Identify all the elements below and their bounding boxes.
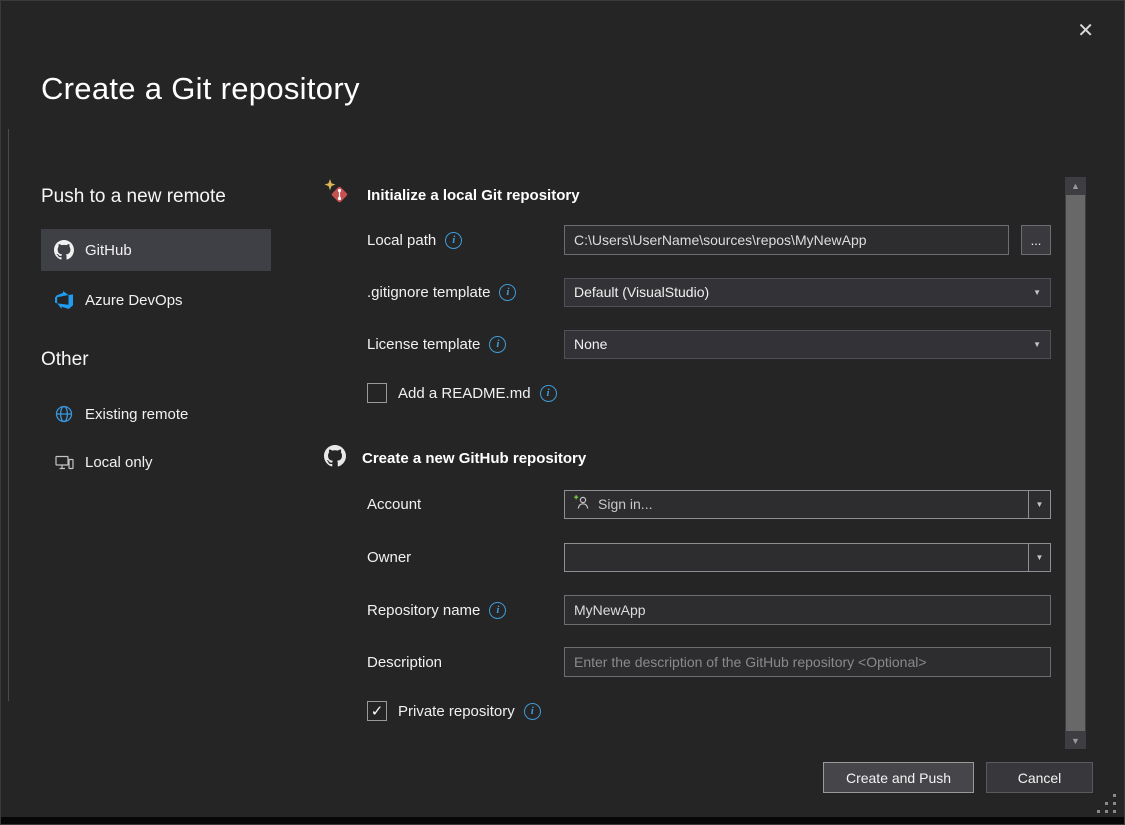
computer-icon <box>54 454 74 471</box>
chevron-down-icon: ▼ <box>1033 288 1041 297</box>
resize-grip[interactable] <box>1095 792 1119 816</box>
readme-checkbox[interactable] <box>367 383 387 403</box>
owner-row: Owner ▼ <box>367 542 1051 572</box>
scroll-up-icon[interactable]: ▲ <box>1065 177 1086 194</box>
account-row: Account Sign in... ▼ <box>367 489 1051 519</box>
owner-combo[interactable]: ▼ <box>564 543 1051 572</box>
github-section-heading-row: Create a new GitHub repository <box>324 445 586 471</box>
owner-label: Owner <box>367 549 411 566</box>
private-repository-checkbox[interactable]: ✓ <box>367 701 387 721</box>
sidebar-item-github[interactable]: GitHub <box>41 229 271 271</box>
scroll-down-icon[interactable]: ▼ <box>1065 732 1086 749</box>
sidebar-item-label: Existing remote <box>85 406 188 423</box>
readme-row: Add a README.md i <box>367 378 1051 408</box>
repository-name-label: Repository name <box>367 602 480 619</box>
gitignore-template-label: .gitignore template <box>367 284 490 301</box>
description-input[interactable] <box>564 647 1051 677</box>
init-section-heading: Initialize a local Git repository <box>367 187 580 204</box>
sidebar-item-label: Azure DevOps <box>85 292 183 309</box>
other-heading: Other <box>41 349 89 371</box>
readme-label: Add a README.md <box>398 385 531 402</box>
owner-dropdown-button[interactable]: ▼ <box>1028 544 1050 571</box>
repository-name-input[interactable] <box>564 595 1051 625</box>
background-window-edge <box>8 129 9 701</box>
sidebar-item-azure-devops[interactable]: Azure DevOps <box>41 279 271 321</box>
local-path-label: Local path <box>367 232 436 249</box>
create-and-push-button[interactable]: Create and Push <box>823 762 974 793</box>
gitignore-template-value: Default (VisualStudio) <box>574 284 709 300</box>
sidebar-item-label: GitHub <box>85 242 132 259</box>
repository-name-row: Repository name i <box>367 595 1051 625</box>
github-icon <box>54 240 74 260</box>
info-icon[interactable]: i <box>540 385 557 402</box>
license-template-label: License template <box>367 336 480 353</box>
globe-icon <box>54 405 74 423</box>
browse-button[interactable]: ... <box>1021 225 1051 255</box>
git-init-icon <box>324 179 351 211</box>
cancel-button[interactable]: Cancel <box>986 762 1093 793</box>
chevron-down-icon: ▼ <box>1033 340 1041 349</box>
license-template-dropdown[interactable]: None ▼ <box>564 330 1051 359</box>
info-icon[interactable]: i <box>489 336 506 353</box>
description-label: Description <box>367 654 442 671</box>
chevron-down-icon: ▼ <box>1036 553 1044 562</box>
account-dropdown-button[interactable]: ▼ <box>1028 491 1050 518</box>
close-icon[interactable]: ✕ <box>1073 17 1098 45</box>
info-icon[interactable]: i <box>499 284 516 301</box>
info-icon[interactable]: i <box>445 232 462 249</box>
info-icon[interactable]: i <box>489 602 506 619</box>
create-git-repository-dialog: ✕ Create a Git repository Push to a new … <box>0 0 1125 825</box>
license-row: License template i None ▼ <box>367 329 1051 359</box>
info-icon[interactable]: i <box>524 703 541 720</box>
private-repository-label: Private repository <box>398 703 515 720</box>
github-icon <box>324 445 346 472</box>
window-bottom-edge <box>1 817 1124 824</box>
github-section-heading: Create a new GitHub repository <box>362 450 586 467</box>
azure-devops-icon <box>54 291 74 309</box>
gitignore-template-dropdown[interactable]: Default (VisualStudio) ▼ <box>564 278 1051 307</box>
account-label: Account <box>367 496 421 513</box>
sign-in-icon <box>573 494 590 515</box>
sidebar-item-label: Local only <box>85 454 153 471</box>
private-repository-row: ✓ Private repository i <box>367 696 1051 726</box>
account-value: Sign in... <box>598 496 652 512</box>
local-path-row: Local path i ... <box>367 225 1051 255</box>
gitignore-row: .gitignore template i Default (VisualStu… <box>367 277 1051 307</box>
init-section-heading-row: Initialize a local Git repository <box>324 182 580 208</box>
description-row: Description <box>367 647 1051 677</box>
vertical-scrollbar[interactable]: ▲ ▼ <box>1065 177 1086 749</box>
page-title: Create a Git repository <box>41 71 360 107</box>
account-combo[interactable]: Sign in... ▼ <box>564 490 1051 519</box>
chevron-down-icon: ▼ <box>1036 500 1044 509</box>
license-template-value: None <box>574 336 607 352</box>
sidebar-item-local-only[interactable]: Local only <box>41 441 271 483</box>
sidebar-item-existing-remote[interactable]: Existing remote <box>41 393 271 435</box>
scrollbar-thumb[interactable] <box>1066 195 1085 731</box>
local-path-input[interactable] <box>564 225 1009 255</box>
push-remote-heading: Push to a new remote <box>41 186 226 208</box>
